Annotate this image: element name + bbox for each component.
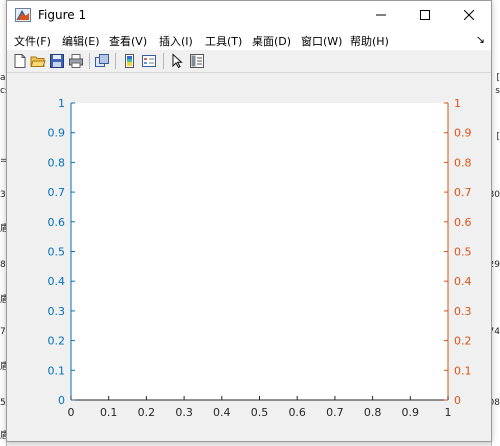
menu-file[interactable]: 文件(F)	[14, 33, 51, 49]
background-fragment-text: [	[496, 73, 500, 83]
plot-area: 0 0.1 0.2 0.3 0.4 0.5 0.6 0.7 0.8 0.9 100.10.20.30…	[48, 97, 472, 419]
link-plot-icon[interactable]	[94, 53, 110, 69]
x-tick-label: 0.3	[175, 406, 193, 419]
x-tick-label: 0.6	[288, 406, 306, 419]
insert-colorbar-icon[interactable]	[122, 53, 138, 69]
x-tick-label: 0.8	[364, 406, 382, 419]
menu-tools[interactable]: 工具(T)	[205, 33, 242, 49]
right-y-tick-label: 0.6	[454, 216, 472, 229]
insert-legend-icon[interactable]	[141, 53, 157, 69]
close-icon	[464, 10, 474, 20]
background-fragment-text: 5	[0, 398, 6, 408]
menu-view[interactable]: 查看(V)	[109, 33, 147, 49]
left-y-tick-label: 0.1	[48, 364, 66, 377]
left-y-tick-label: 0.2	[48, 335, 66, 348]
toolbar-separator	[89, 53, 90, 69]
menu-edit[interactable]: 编辑(E)	[62, 33, 100, 49]
maximize-button[interactable]	[403, 1, 447, 30]
edit-plot-arrow-icon[interactable]	[169, 53, 185, 69]
left-y-tick-label: 0.7	[48, 186, 66, 199]
left-y-tick-label: 0.6	[48, 216, 66, 229]
background-window-right	[491, 0, 500, 446]
figure-canvas: 0 0.1 0.2 0.3 0.4 0.5 0.6 0.7 0.8 0.9 1 0 0.1 0.2 0.3 0…	[7, 73, 491, 441]
x-tick-label: 0.4	[213, 406, 231, 419]
right-y-tick-label: 0.7	[454, 186, 472, 199]
x-tick-label: 0.5	[251, 406, 269, 419]
menu-window[interactable]: 窗口(W)	[301, 33, 342, 49]
left-y-tick-label: 0.4	[48, 275, 66, 288]
right-y-tick-label: 0.3	[454, 305, 472, 318]
x-tick-label: 0.7	[326, 406, 344, 419]
background-fragment-text: 7	[0, 327, 6, 337]
x-tick-label: 0.9	[402, 406, 420, 419]
print-icon[interactable]	[68, 53, 84, 69]
menu-insert[interactable]: 插入(I)	[159, 33, 193, 49]
minimize-button[interactable]	[359, 1, 403, 30]
x-tick-label: 0.1	[100, 406, 118, 419]
right-y-tick-label: 0.8	[454, 156, 472, 169]
background-fragment-text: a	[0, 73, 6, 83]
axes-background[interactable]	[71, 103, 448, 400]
maximize-icon	[420, 10, 430, 20]
background-fragment-text: [	[496, 132, 500, 142]
right-y-tick-label: 0.9	[454, 127, 472, 140]
right-y-tick-label: 0.2	[454, 335, 472, 348]
left-y-tick-label: 0.3	[48, 305, 66, 318]
left-y-tick-label: 0.5	[48, 246, 66, 259]
menu-overflow-icon[interactable]: ↘	[476, 33, 485, 46]
new-figure-icon[interactable]	[12, 53, 28, 69]
left-y-tick-label: 1	[58, 97, 65, 110]
open-file-icon[interactable]	[30, 53, 46, 69]
toolbar-separator	[115, 53, 116, 69]
title-bar[interactable]: Figure 1	[7, 1, 491, 30]
toolbar	[7, 50, 491, 73]
right-y-tick-label: 0	[454, 394, 461, 407]
menu-help[interactable]: 帮助(H)	[350, 33, 389, 49]
matlab-figure-icon	[15, 8, 31, 22]
background-fragment-text: 3	[0, 190, 6, 200]
x-tick-label: 1	[445, 406, 452, 419]
window-title: Figure 1	[38, 8, 87, 22]
property-inspector-icon[interactable]	[189, 53, 205, 69]
background-fragment-text: s	[495, 86, 500, 96]
right-y-tick-label: 0.4	[454, 275, 472, 288]
minimize-icon	[376, 14, 386, 16]
right-y-tick-label: 0.5	[454, 246, 472, 259]
left-y-tick-label: 0.9	[48, 127, 66, 140]
save-icon[interactable]	[49, 53, 65, 69]
right-y-tick-label: 1	[454, 97, 461, 110]
menu-desktop[interactable]: 桌面(D)	[252, 33, 291, 49]
left-y-tick-label: 0	[58, 394, 65, 407]
right-y-tick-label: 0.1	[454, 364, 472, 377]
toolbar-separator	[163, 53, 164, 69]
x-tick-label: 0	[68, 406, 75, 419]
close-button[interactable]	[447, 1, 491, 30]
background-fragment-text: 8	[0, 260, 6, 270]
menu-bar: 文件(F) 编辑(E) 查看(V) 插入(I) 工具(T) 桌面(D) 窗口(W…	[7, 30, 491, 50]
x-tick-label: 0.2	[138, 406, 156, 419]
left-y-tick-label: 0.8	[48, 156, 66, 169]
figure-window: Figure 1 文件(F) 编辑(E) 查看(V) 插入(I) 工具(T) 桌…	[6, 0, 492, 442]
